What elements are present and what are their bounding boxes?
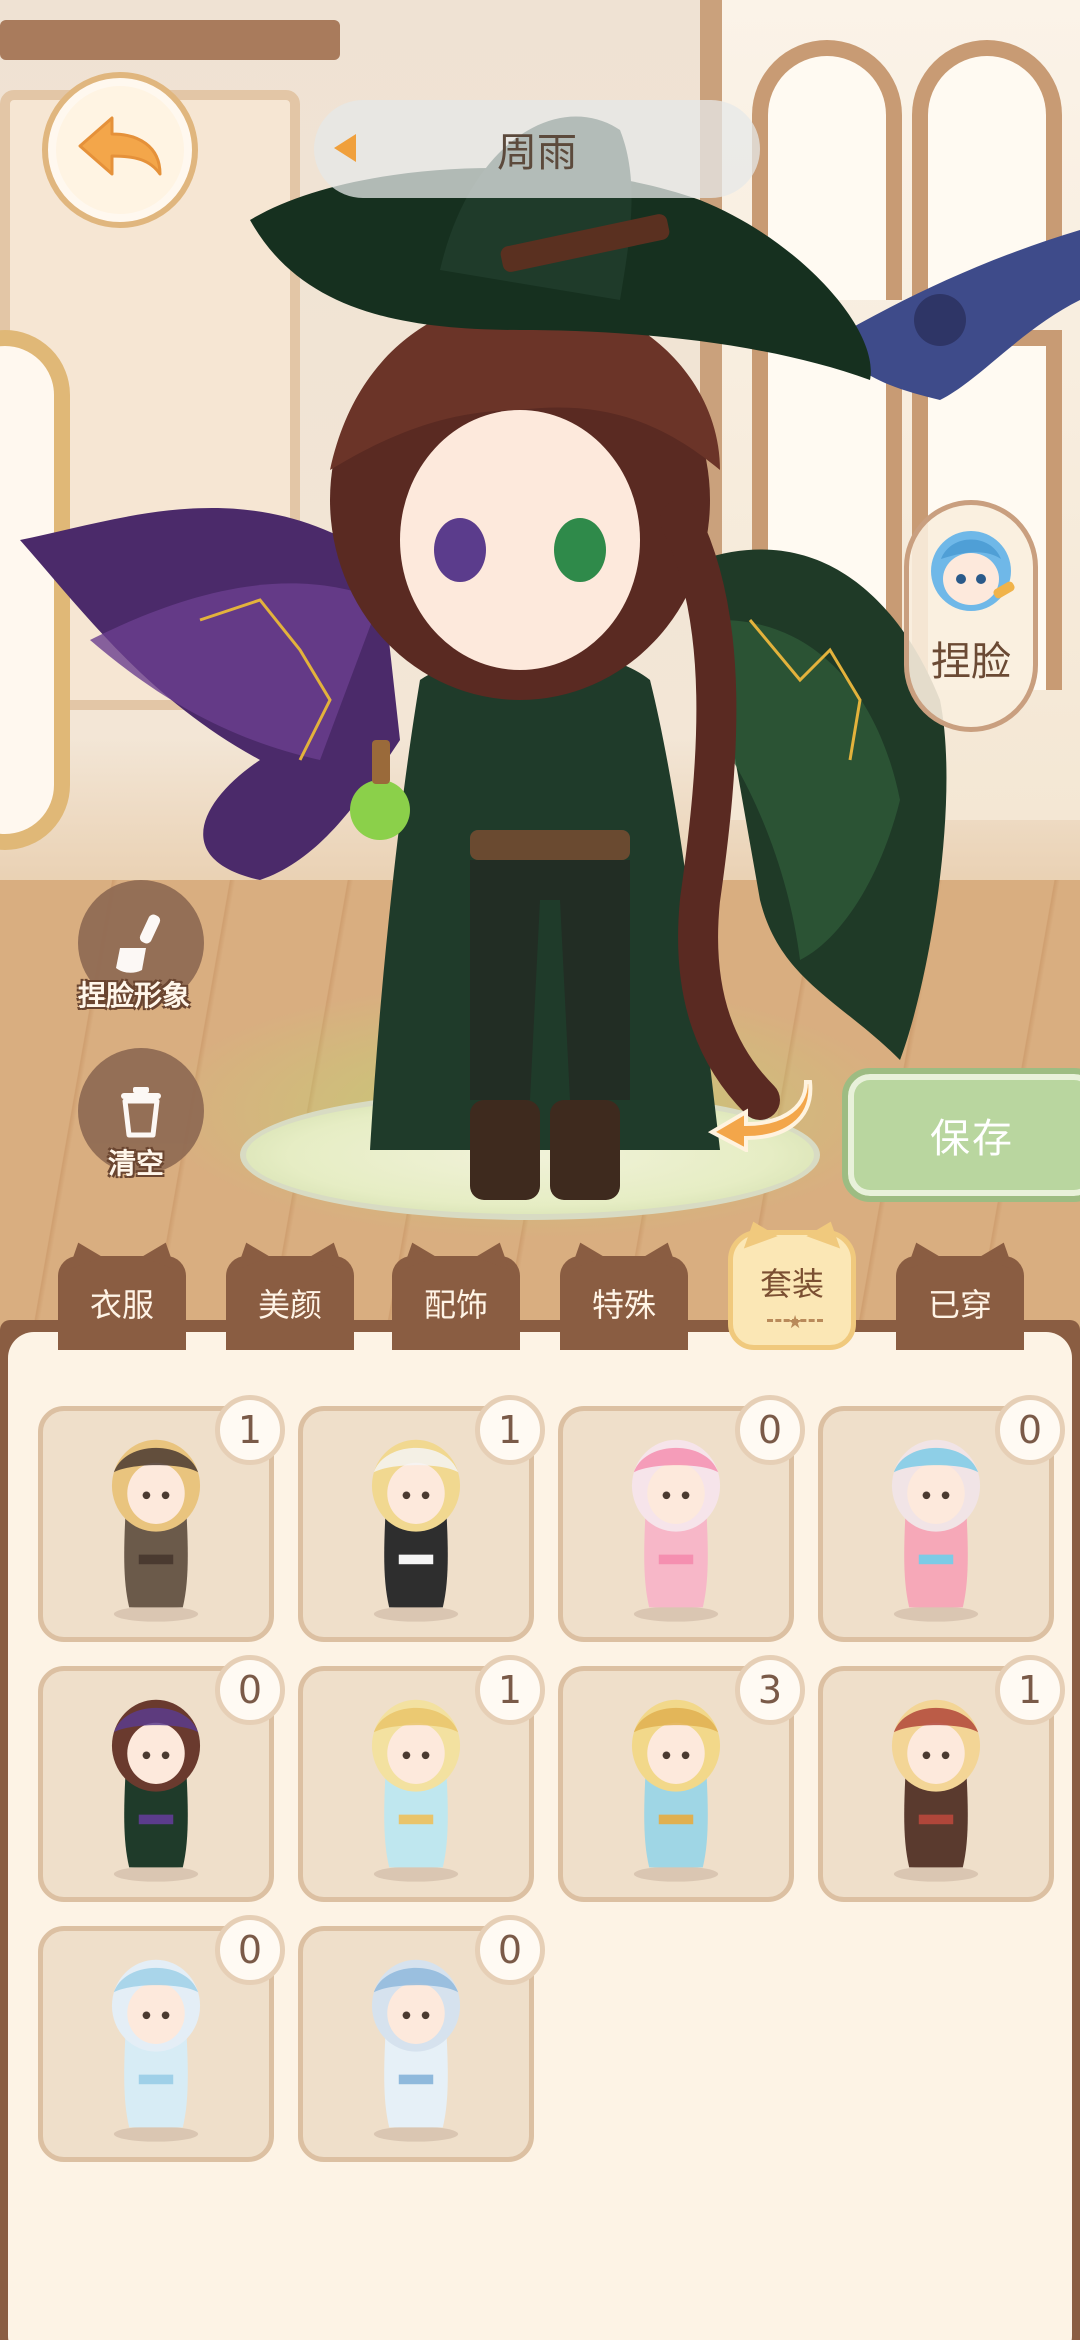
- face-avatar-icon: [931, 531, 1015, 611]
- face-edit-button[interactable]: 捏脸: [904, 500, 1038, 732]
- face-image-label: 捏脸形象: [78, 979, 191, 1012]
- count-badge: 0: [735, 1395, 805, 1465]
- tab-special[interactable]: 特殊: [560, 1256, 688, 1350]
- brush-icon: [116, 914, 161, 973]
- tab-label: 已穿: [927, 1286, 992, 1324]
- count-badge: 1: [475, 1395, 545, 1465]
- outfit-card[interactable]: 0: [818, 1395, 1065, 1642]
- count-badge: 0: [215, 1915, 285, 1985]
- outfit-card[interactable]: 0: [298, 1915, 545, 2162]
- count-badge: 0: [995, 1395, 1065, 1465]
- count-badge: 1: [995, 1655, 1065, 1725]
- count-value: 1: [1017, 1668, 1043, 1712]
- count-value: 0: [497, 1928, 523, 1972]
- tab-accessories[interactable]: 配饰: [392, 1256, 520, 1350]
- count-badge: 0: [475, 1915, 545, 1985]
- count-badge: 3: [735, 1655, 805, 1725]
- trash-icon: [121, 1087, 161, 1138]
- outfit-card[interactable]: 0: [38, 1655, 285, 1902]
- outfit-card[interactable]: 1: [298, 1655, 545, 1902]
- outfit-card[interactable]: 0: [38, 1915, 285, 2162]
- clear-label: 清空: [108, 1147, 165, 1180]
- outfit-card[interactable]: 1: [38, 1395, 285, 1642]
- back-button[interactable]: [42, 72, 198, 228]
- name-prev-icon: [334, 134, 356, 162]
- count-badge: 0: [215, 1655, 285, 1725]
- tab-label: 特殊: [591, 1286, 656, 1324]
- outfit-card[interactable]: 0: [558, 1395, 805, 1642]
- count-value: 0: [237, 1668, 263, 1712]
- tab-label: 美颜: [257, 1286, 322, 1324]
- wardrobe-panel-inner: 1 1 0 0 0 1 3 1 0 0: [8, 1332, 1072, 2340]
- character-name-bar[interactable]: 周雨: [314, 100, 760, 198]
- count-value: 1: [497, 1668, 523, 1712]
- count-value: 0: [757, 1408, 783, 1452]
- save-label: 保存: [930, 1116, 1014, 1162]
- back-arrow-icon: [78, 116, 162, 176]
- outfit-card[interactable]: 3: [558, 1655, 805, 1902]
- star-icon: ★: [787, 1312, 804, 1333]
- count-badge: 1: [475, 1655, 545, 1725]
- tab-label: 衣服: [89, 1286, 154, 1324]
- character-name: 周雨: [497, 130, 577, 176]
- rotate-icon[interactable]: [706, 1072, 816, 1152]
- save-button[interactable]: 保存: [842, 1068, 1080, 1202]
- outfit-card[interactable]: 1: [818, 1655, 1065, 1902]
- count-value: 3: [757, 1668, 783, 1712]
- tab-worn[interactable]: 已穿: [896, 1256, 1024, 1350]
- count-value: 1: [237, 1408, 263, 1452]
- tab-suits[interactable]: 套装 ★: [728, 1230, 856, 1350]
- count-value: 1: [497, 1408, 523, 1452]
- tab-beauty[interactable]: 美颜: [226, 1256, 354, 1350]
- category-tabs: 衣服 美颜 配饰 特殊 套装 ★ 已穿: [0, 1220, 1080, 1350]
- count-value: 0: [1017, 1408, 1043, 1452]
- outfit-card[interactable]: 1: [298, 1395, 545, 1642]
- tab-label: 配饰: [423, 1286, 488, 1324]
- count-value: 0: [237, 1928, 263, 1972]
- tab-label: 套装: [759, 1265, 824, 1303]
- count-badge: 1: [215, 1395, 285, 1465]
- face-edit-label: 捏脸: [931, 639, 1011, 685]
- wardrobe-panel: 1 1 0 0 0 1 3 1 0 0: [0, 1320, 1080, 2340]
- tab-clothes[interactable]: 衣服: [58, 1256, 186, 1350]
